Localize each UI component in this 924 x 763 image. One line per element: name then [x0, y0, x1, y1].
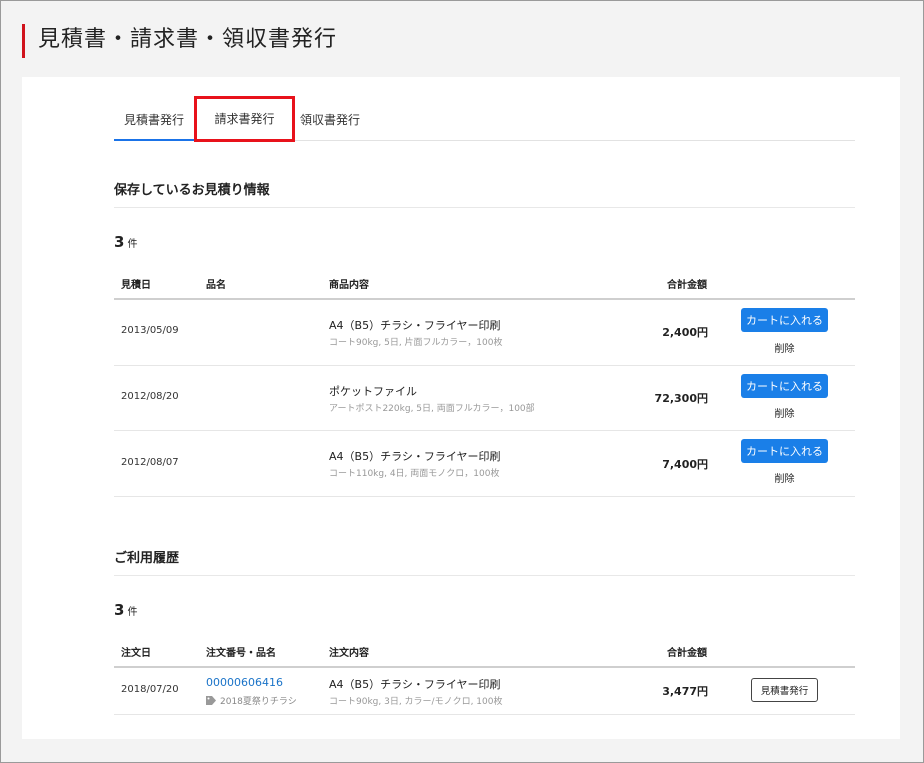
page-title: 見積書・請求書・領収書発行 — [38, 27, 338, 52]
row-detail: コート90kg, 3日, カラー/モノクロ, 100枚 — [329, 697, 503, 707]
history-count-unit: 件 — [127, 607, 138, 618]
order-number-link[interactable]: 00000606416 — [206, 676, 283, 689]
row-divider — [114, 365, 855, 366]
tab-bar: 見積書発行 請求書発行 領収書発行 — [114, 96, 855, 142]
row-date: 2012/08/07 — [121, 457, 179, 468]
table-header-line — [114, 666, 855, 668]
col-header-date: 見積日 — [121, 280, 151, 291]
row-total: 3,477円 — [662, 685, 708, 698]
history-count: 3件 — [114, 601, 137, 619]
delete-link[interactable]: 削除 — [741, 405, 828, 420]
order-tag: 2018夏祭りチラシ — [206, 694, 297, 707]
row-detail: コート90kg, 5日, 片面フルカラー，100枚 — [329, 338, 503, 348]
estimates-count-value: 3 — [114, 233, 125, 251]
row-date: 2013/05/09 — [121, 325, 179, 336]
tab-receipt[interactable]: 領収書発行 — [295, 100, 365, 140]
estimates-section-title: 保存しているお見積り情報 — [114, 183, 270, 198]
col-header-order-date: 注文日 — [121, 648, 151, 659]
add-to-cart-button[interactable]: カートに入れる — [741, 439, 828, 463]
order-tag-label: 2018夏祭りチラシ — [220, 697, 297, 707]
row-divider — [114, 496, 855, 497]
divider — [114, 207, 855, 208]
page-header: 見積書・請求書・領収書発行 — [22, 24, 337, 58]
row-total: 7,400円 — [662, 458, 708, 471]
history-section-title: ご利用履歴 — [114, 551, 180, 566]
divider — [114, 575, 855, 576]
delete-link[interactable]: 削除 — [741, 340, 828, 355]
col-header-name: 品名 — [206, 280, 226, 291]
delete-link[interactable]: 削除 — [741, 470, 828, 485]
row-product: A4（B5）チラシ・フライヤー印刷 — [329, 319, 501, 332]
row-product: A4（B5）チラシ・フライヤー印刷 — [329, 450, 501, 463]
row-detail: アートポスト220kg, 5日, 両面フルカラー，100部 — [329, 404, 535, 414]
row-detail: コート110kg, 4日, 両面モノクロ，100枚 — [329, 469, 500, 479]
row-divider — [114, 430, 855, 431]
add-to-cart-button[interactable]: カートに入れる — [741, 374, 828, 398]
tag-icon — [206, 696, 216, 705]
estimates-count-unit: 件 — [127, 239, 138, 250]
tab-invoice[interactable]: 請求書発行 — [194, 96, 295, 142]
table-header-line — [114, 298, 855, 300]
main-panel: 見積書発行 請求書発行 領収書発行 保存しているお見積り情報 3件 見積日 品名… — [22, 77, 900, 739]
col-header-order: 注文番号・品名 — [206, 648, 276, 659]
issue-estimate-button[interactable]: 見積書発行 — [751, 678, 818, 702]
col-header-order-total: 合計金額 — [667, 648, 707, 659]
row-date: 2018/07/20 — [121, 684, 179, 695]
row-total: 2,400円 — [662, 326, 708, 339]
add-to-cart-button[interactable]: カートに入れる — [741, 308, 828, 332]
row-total: 72,300円 — [654, 392, 708, 405]
estimates-count: 3件 — [114, 233, 137, 251]
col-header-content: 商品内容 — [329, 280, 369, 291]
history-count-value: 3 — [114, 601, 125, 619]
row-product: A4（B5）チラシ・フライヤー印刷 — [329, 678, 501, 691]
row-product: ポケットファイル — [329, 385, 417, 398]
col-header-order-content: 注文内容 — [329, 648, 369, 659]
tab-estimate[interactable]: 見積書発行 — [114, 100, 194, 141]
col-header-total: 合計金額 — [667, 280, 707, 291]
row-divider — [114, 714, 855, 715]
row-date: 2012/08/20 — [121, 391, 179, 402]
